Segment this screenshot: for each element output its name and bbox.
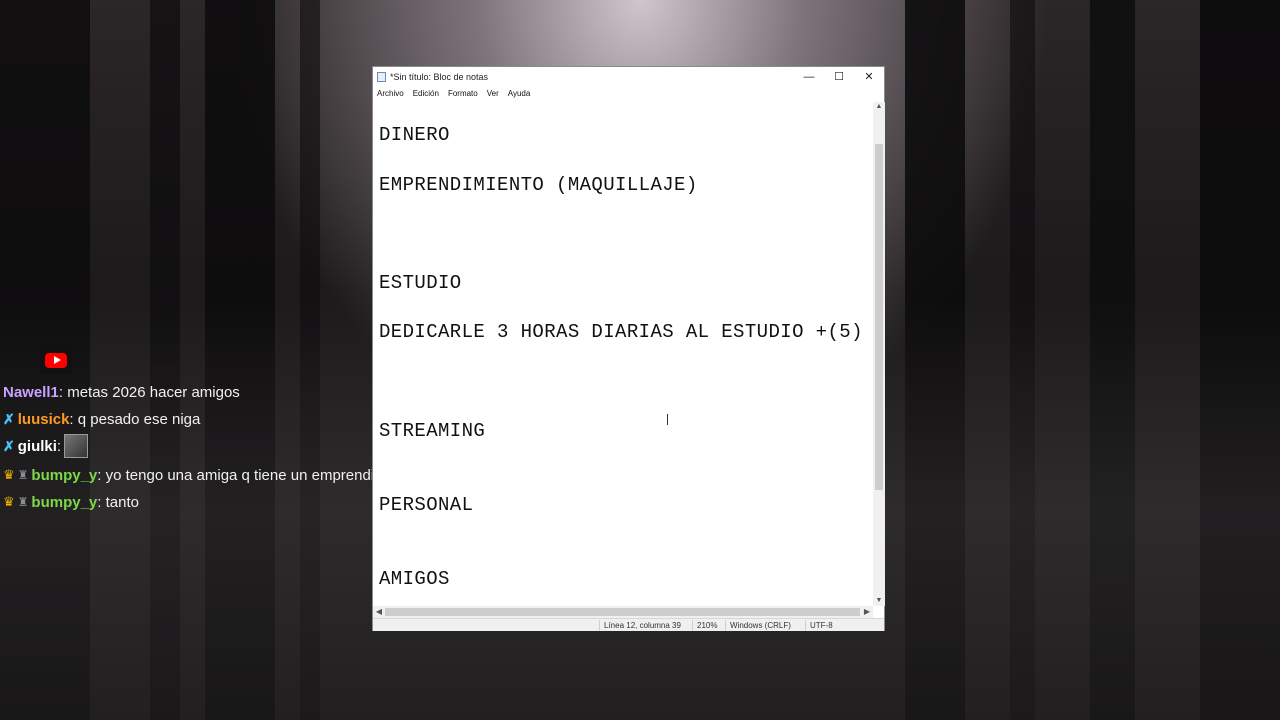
chat-username: luusick <box>17 410 70 428</box>
menu-archivo[interactable]: Archivo <box>377 89 404 98</box>
text-line: ESTUDIO <box>379 272 462 294</box>
vertical-scroll-thumb[interactable] <box>875 144 883 490</box>
text-line: PERSONAL <box>379 494 474 516</box>
notepad-icon <box>377 71 386 82</box>
youtube-icon <box>40 345 72 375</box>
text-cursor <box>667 414 668 425</box>
title-bar[interactable]: *Sin título: Bloc de notas — ☐ ✕ <box>373 67 884 86</box>
chat-username: giulki <box>17 437 57 455</box>
chat-message: ✗ luusick: q pesado ese niga <box>3 408 200 430</box>
chat-username: bumpy_y <box>31 466 98 484</box>
chat-message: ✗ giulki: <box>3 434 89 458</box>
text-line: AMIGOS <box>379 568 450 590</box>
menu-edicion[interactable]: Edición <box>413 89 439 98</box>
scroll-up-icon[interactable]: ▲ <box>873 102 885 112</box>
zoom-level: 210% <box>692 620 724 631</box>
chat-text: : q pesado ese niga <box>69 410 201 428</box>
window-title: *Sin título: Bloc de notas <box>390 71 489 82</box>
notepad-window: *Sin título: Bloc de notas — ☐ ✕ Archivo… <box>372 66 885 631</box>
menu-ayuda[interactable]: Ayuda <box>508 89 531 98</box>
minimize-button[interactable]: — <box>794 71 824 83</box>
encoding: UTF-8 <box>805 620 870 631</box>
chat-message: ♛ ♜ bumpy_y: tanto <box>3 491 139 513</box>
text-line: EMPRENDIMIENTO (MAQUILLAJE) <box>379 174 698 196</box>
chat-text: : metas 2026 hacer amigos <box>58 383 240 401</box>
chat-username: Nawell1 <box>3 383 59 401</box>
text-line: DINERO <box>379 124 450 146</box>
scroll-left-icon[interactable]: ◀ <box>373 606 385 618</box>
cursor-position: Línea 12, columna 39 <box>599 620 702 631</box>
chat-message: Nawell1: metas 2026 hacer amigos <box>3 381 240 403</box>
scroll-down-icon[interactable]: ▼ <box>873 596 885 606</box>
text-editor[interactable]: DINERO EMPRENDIMIENTO (MAQUILLAJE) ESTUD… <box>373 102 873 606</box>
sword-icon: ✗ <box>3 410 15 427</box>
crown-icon: ♛ <box>3 467 15 482</box>
menu-bar: Archivo Edición Formato Ver Ayuda <box>373 86 884 101</box>
emote-image <box>64 434 89 458</box>
chat-text: : tanto <box>97 493 139 511</box>
line-ending: Windows (CRLF) <box>725 620 800 631</box>
close-button[interactable]: ✕ <box>854 70 884 83</box>
menu-ver[interactable]: Ver <box>487 89 499 98</box>
sword-icon: ✗ <box>3 437 15 454</box>
vertical-scrollbar[interactable]: ▲ ▼ <box>873 102 885 606</box>
maximize-button[interactable]: ☐ <box>824 70 854 83</box>
status-bar: Línea 12, columna 39 210% Windows (CRLF)… <box>373 618 884 631</box>
chat-text: : <box>56 437 62 455</box>
text-line: STREAMING <box>379 420 486 442</box>
text-line: DEDICARLE 3 HORAS DIARIAS AL ESTUDIO +(5… <box>379 321 863 343</box>
horizontal-scrollbar[interactable]: ◀ ▶ <box>373 606 873 618</box>
chat-username: bumpy_y <box>31 493 98 511</box>
scroll-right-icon[interactable]: ▶ <box>861 606 873 618</box>
member-badge-icon: ♜ <box>17 468 29 482</box>
member-badge-icon: ♜ <box>17 495 29 509</box>
horizontal-scroll-thumb[interactable] <box>385 608 860 616</box>
crown-icon: ♛ <box>3 494 15 509</box>
menu-formato[interactable]: Formato <box>448 89 478 98</box>
